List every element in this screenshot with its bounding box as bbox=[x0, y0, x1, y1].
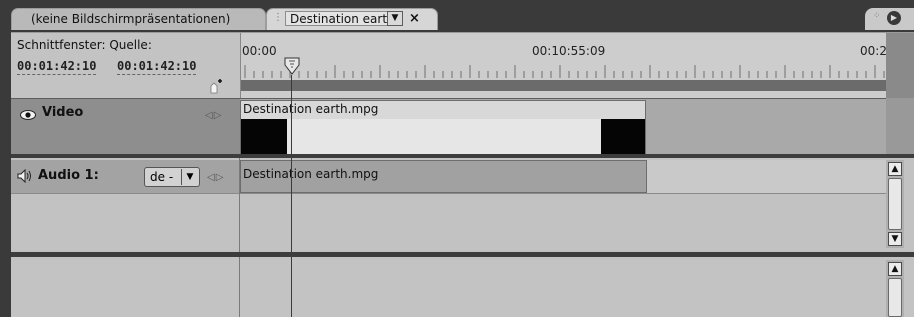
column-divider bbox=[239, 257, 240, 317]
tab-destination-earth[interactable]: ⋮⋮ Destination earth ▼ × bbox=[266, 8, 438, 30]
bottom-scrollbar[interactable]: ▲ bbox=[886, 260, 904, 317]
sequence-select-label: Destination earth bbox=[290, 12, 395, 26]
chevron-down-icon[interactable]: ▼ bbox=[387, 11, 403, 26]
scroll-up-icon[interactable]: ▲ bbox=[888, 162, 902, 176]
video-track-content[interactable]: Destination earth.mpg bbox=[240, 98, 886, 155]
column-divider bbox=[239, 158, 240, 252]
audio-track-name: Audio 1: bbox=[38, 168, 99, 183]
audio-track-expanded[interactable] bbox=[11, 193, 888, 251]
clip-frame bbox=[601, 119, 645, 154]
work-area-bar[interactable] bbox=[241, 80, 887, 91]
video-track-header[interactable]: Video ◁▷ bbox=[11, 98, 240, 155]
video-clip[interactable]: Destination earth.mpg bbox=[240, 100, 646, 154]
playhead-icon[interactable] bbox=[284, 57, 300, 75]
video-clip-name: Destination earth.mpg bbox=[243, 102, 379, 116]
time-ruler[interactable]: 00:00 00:10:55:09 00:2 bbox=[240, 33, 887, 98]
ruler-end-time: 00:2 bbox=[860, 44, 887, 58]
ruler-spacer bbox=[886, 33, 914, 98]
audio-clip-name: Destination earth.mpg bbox=[243, 167, 379, 181]
playhead-line bbox=[291, 158, 292, 252]
panel-menu-icon[interactable]: ▶ bbox=[887, 11, 901, 25]
tab-label: (keine Bildschirmpräsentationen) bbox=[31, 12, 231, 26]
clip-frame bbox=[241, 119, 287, 154]
source-label: Quelle: bbox=[109, 38, 152, 52]
audio-track-area: Audio 1: de - ▼ ◁▷ Destination earth.mpg… bbox=[11, 158, 914, 252]
sequence-label: Schnittfenster: bbox=[17, 38, 106, 52]
track-spacer bbox=[886, 98, 914, 154]
empty-track-area[interactable]: ▲ bbox=[11, 257, 914, 317]
language-select[interactable]: de - ▼ bbox=[144, 167, 200, 187]
panel-menu-area: ⁘ ▶ bbox=[865, 8, 914, 30]
chevron-down-icon[interactable]: ▼ bbox=[181, 169, 198, 185]
scroll-up-icon[interactable]: ▲ bbox=[888, 262, 902, 276]
audio-clip[interactable]: Destination earth.mpg bbox=[240, 160, 647, 193]
tab-no-presentations[interactable]: (keine Bildschirmpräsentationen) bbox=[11, 8, 266, 30]
playhead-line bbox=[291, 257, 292, 317]
scroll-thumb[interactable] bbox=[888, 178, 902, 230]
scroll-thumb[interactable] bbox=[888, 278, 902, 317]
audio-track-header[interactable]: Audio 1: de - ▼ ◁▷ bbox=[11, 160, 240, 194]
scroll-down-icon[interactable]: ▼ bbox=[888, 232, 902, 246]
playhead-line bbox=[291, 75, 292, 158]
ruler-mid-time: 00:10:55:09 bbox=[532, 44, 606, 58]
close-icon[interactable]: × bbox=[409, 11, 420, 26]
tab-bar: (keine Bildschirmpräsentationen) ⋮⋮ Dest… bbox=[0, 0, 914, 32]
speaker-icon[interactable] bbox=[17, 169, 33, 183]
audio-track-content[interactable]: Destination earth.mpg bbox=[240, 160, 888, 193]
ruler-ticks bbox=[244, 65, 885, 78]
panel-border bbox=[0, 32, 11, 317]
grip-icon: ⁘ bbox=[873, 11, 881, 21]
ruler-start-time: 00:00 bbox=[242, 44, 277, 58]
keyframe-nav-icon[interactable]: ◁▷ bbox=[205, 110, 222, 121]
add-marker-icon[interactable] bbox=[210, 78, 222, 94]
video-track-name: Video bbox=[42, 105, 84, 120]
language-select-value: de - bbox=[150, 170, 174, 184]
audio-scrollbar[interactable]: ▲ ▼ bbox=[886, 160, 904, 248]
source-timecode[interactable]: 00:01:42:10 bbox=[117, 59, 197, 75]
clip-frame bbox=[287, 119, 601, 154]
sequence-timecode[interactable]: 00:01:42:10 bbox=[17, 59, 97, 75]
timeline-panel: (keine Bildschirmpräsentationen) ⋮⋮ Dest… bbox=[0, 0, 914, 317]
eye-icon[interactable] bbox=[20, 110, 36, 120]
keyframe-nav-icon[interactable]: ◁▷ bbox=[207, 172, 224, 183]
sequence-select[interactable]: Destination earth bbox=[285, 11, 403, 26]
timecode-header: Schnittfenster: Quelle: 00:01:42:10 00:0… bbox=[11, 33, 240, 98]
